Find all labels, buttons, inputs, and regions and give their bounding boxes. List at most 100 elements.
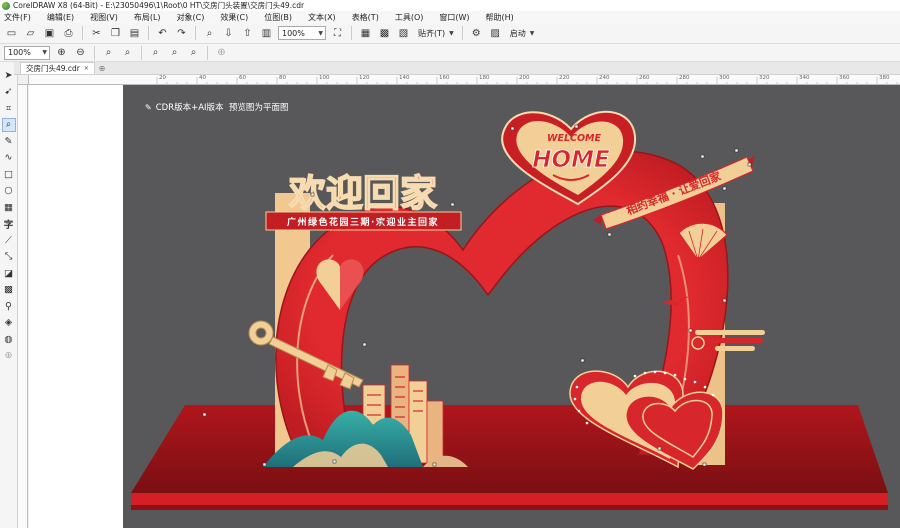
new-tab-icon[interactable]: ⊕ xyxy=(95,62,109,74)
toolbar-divider xyxy=(94,45,95,60)
menu-table[interactable]: 表格(T) xyxy=(352,12,379,23)
copy-icon[interactable]: ❐ xyxy=(108,26,123,41)
artwork-canvas: 欢迎回家 广州绿色花园三期·欢迎业主回家 WELCOME HOME 相约幸福 ·… xyxy=(131,110,888,510)
menu-help[interactable]: 帮助(H) xyxy=(486,12,514,23)
menu-layout[interactable]: 布局(L) xyxy=(134,12,161,23)
heart-top-text: WELCOME xyxy=(547,133,602,144)
smart-fill-icon[interactable]: ◍ xyxy=(2,332,16,347)
print-icon[interactable]: ⎙ xyxy=(61,26,76,41)
ruler-tick-label: 80 xyxy=(279,75,286,81)
menu-window[interactable]: 窗口(W) xyxy=(439,12,469,23)
horizontal-ruler[interactable]: 20 40 60 80 100 120 140 160 180 200 220 240 260 280 30… xyxy=(29,75,900,85)
options-gear-icon[interactable]: ⚙ xyxy=(469,26,484,41)
add-tool-icon[interactable]: ⊕ xyxy=(2,349,16,364)
snap-to-select[interactable]: 贴齐(T) ▼ xyxy=(415,26,456,40)
zoom-page-width-icon[interactable]: ⌕ xyxy=(167,45,182,60)
zoom-levels-select[interactable]: 100% ▼ xyxy=(4,45,50,60)
ruler-tick-label: 180 xyxy=(479,75,490,81)
zoom-selected-icon[interactable]: ⌕ xyxy=(101,45,116,60)
floor-platform xyxy=(131,405,888,510)
ruler-tick-label: 160 xyxy=(439,75,450,81)
launch-label: 启动 xyxy=(509,28,526,38)
menu-file[interactable]: 文件(F) xyxy=(4,12,31,23)
cut-icon[interactable]: ✂ xyxy=(89,26,104,41)
parallel-dimension-icon[interactable]: ⟋ xyxy=(2,233,16,248)
document-tab[interactable]: 交房门头49.cdr ✕ xyxy=(20,62,95,74)
zoom-page-icon[interactable]: ⌕ xyxy=(148,45,163,60)
save-icon[interactable]: ▣ xyxy=(42,26,57,41)
new-document-icon[interactable]: ▭ xyxy=(4,26,19,41)
design-artboard[interactable]: ✎ CDR版本+AI版本 预览图为平面图 欢迎回家 广州绿色花园三期·欢迎业主回… xyxy=(123,85,900,528)
toolbar-divider xyxy=(207,45,208,60)
ruler-tick-label: 240 xyxy=(599,75,610,81)
document-tab-label: 交房门头49.cdr xyxy=(26,64,80,73)
show-grid-icon[interactable]: ▩ xyxy=(377,26,392,41)
interactive-fill-icon[interactable]: ◈ xyxy=(2,316,16,331)
paste-icon[interactable]: ▤ xyxy=(127,26,142,41)
import-icon[interactable]: ⇩ xyxy=(221,26,236,41)
ruler-tick-label: 120 xyxy=(359,75,370,81)
menu-tools[interactable]: 工具(O) xyxy=(395,12,424,23)
zoom-all-objects-icon[interactable]: ⌕ xyxy=(120,45,135,60)
ruler-tick-label: 320 xyxy=(759,75,770,81)
cursor-icon: ✎ xyxy=(145,102,152,112)
ruler-tick-label: 260 xyxy=(639,75,650,81)
ruler-origin[interactable] xyxy=(18,75,29,85)
ruler-tick-label: 20 xyxy=(159,75,166,81)
launch-select[interactable]: 启动 ▼ xyxy=(507,26,537,40)
ruler-tick-label: 340 xyxy=(799,75,810,81)
open-folder-icon[interactable]: ▱ xyxy=(23,26,38,41)
redo-icon[interactable]: ↷ xyxy=(174,26,189,41)
chevron-down-icon: ▼ xyxy=(449,29,454,37)
crop-tool-icon[interactable]: ⌗ xyxy=(2,101,16,116)
graph-paper-tool-icon[interactable]: ▦ xyxy=(2,200,16,215)
drop-shadow-tool-icon[interactable]: ◪ xyxy=(2,266,16,281)
toolbar-divider xyxy=(82,26,83,40)
artwork-caption-text: CDR版本+AI版本 预览图为平面图 xyxy=(155,103,289,113)
property-bar: 100% ▼ ⊕ ⊖ ⌕ ⌕ ⌕ ⌕ ⌕ ⊕ xyxy=(0,44,900,62)
search-content-icon[interactable]: ⌕ xyxy=(202,26,217,41)
ruler-tick-label: 40 xyxy=(199,75,206,81)
rectangle-tool-icon[interactable]: □ xyxy=(2,167,16,182)
menu-view[interactable]: 视图(V) xyxy=(90,12,118,23)
ruler-tick-label: 140 xyxy=(399,75,410,81)
toolbar-divider xyxy=(141,45,142,60)
zoom-level-select[interactable]: 100% ▼ xyxy=(278,26,326,40)
freehand-tool-icon[interactable]: ✎ xyxy=(2,134,16,149)
menu-bitmaps[interactable]: 位图(B) xyxy=(264,12,292,23)
add-icon[interactable]: ⊕ xyxy=(214,45,229,60)
export-icon[interactable]: ⇧ xyxy=(240,26,255,41)
export-pdf-icon[interactable]: ▥ xyxy=(259,26,274,41)
eyedropper-tool-icon[interactable]: ⚲ xyxy=(2,299,16,314)
transparency-tool-icon[interactable]: ▩ xyxy=(2,283,16,298)
headline-block: 欢迎回家 广州绿色花园三期·欢迎业主回家 xyxy=(265,171,462,231)
menu-edit[interactable]: 编辑(E) xyxy=(47,12,74,23)
show-guidelines-icon[interactable]: ▧ xyxy=(396,26,411,41)
toolbar-divider xyxy=(461,26,463,40)
toolbar-divider xyxy=(195,26,196,40)
ruler-tick-label: 360 xyxy=(839,75,850,81)
application-launcher-icon[interactable]: ▨ xyxy=(488,26,503,41)
drawing-window[interactable]: ✎ CDR版本+AI版本 预览图为平面图 欢迎回家 广州绿色花园三期·欢迎业主回… xyxy=(29,85,900,528)
headline-text: 欢迎回家 xyxy=(288,172,437,215)
show-rulers-icon[interactable]: ▦ xyxy=(358,26,373,41)
freehand-pick-icon[interactable]: ➹ xyxy=(2,85,16,100)
close-tab-icon[interactable]: ✕ xyxy=(84,65,89,72)
menu-effects[interactable]: 效果(C) xyxy=(220,12,248,23)
zoom-in-icon[interactable]: ⊕ xyxy=(54,45,69,60)
connector-tool-icon[interactable]: ⤡ xyxy=(2,250,16,265)
zoom-page-height-icon[interactable]: ⌕ xyxy=(186,45,201,60)
artistic-media-icon[interactable]: ∿ xyxy=(2,151,16,166)
full-screen-icon[interactable]: ⛶ xyxy=(330,26,345,41)
window-title: CorelDRAW X8 (64-Bit) - E:\23050496\1\Ro… xyxy=(13,1,305,10)
ellipse-tool-icon[interactable]: ○ xyxy=(2,184,16,199)
undo-icon[interactable]: ↶ xyxy=(155,26,170,41)
heart-main-text: HOME xyxy=(532,147,610,173)
menu-text[interactable]: 文本(X) xyxy=(308,12,336,23)
zoom-tool-icon[interactable]: ⌕ xyxy=(1,117,16,132)
menu-object[interactable]: 对象(C) xyxy=(177,12,205,23)
zoom-out-icon[interactable]: ⊖ xyxy=(73,45,88,60)
zoom-levels-value: 100% xyxy=(8,48,31,57)
vertical-ruler[interactable] xyxy=(18,85,28,528)
text-tool-icon[interactable]: 字 xyxy=(2,217,16,232)
